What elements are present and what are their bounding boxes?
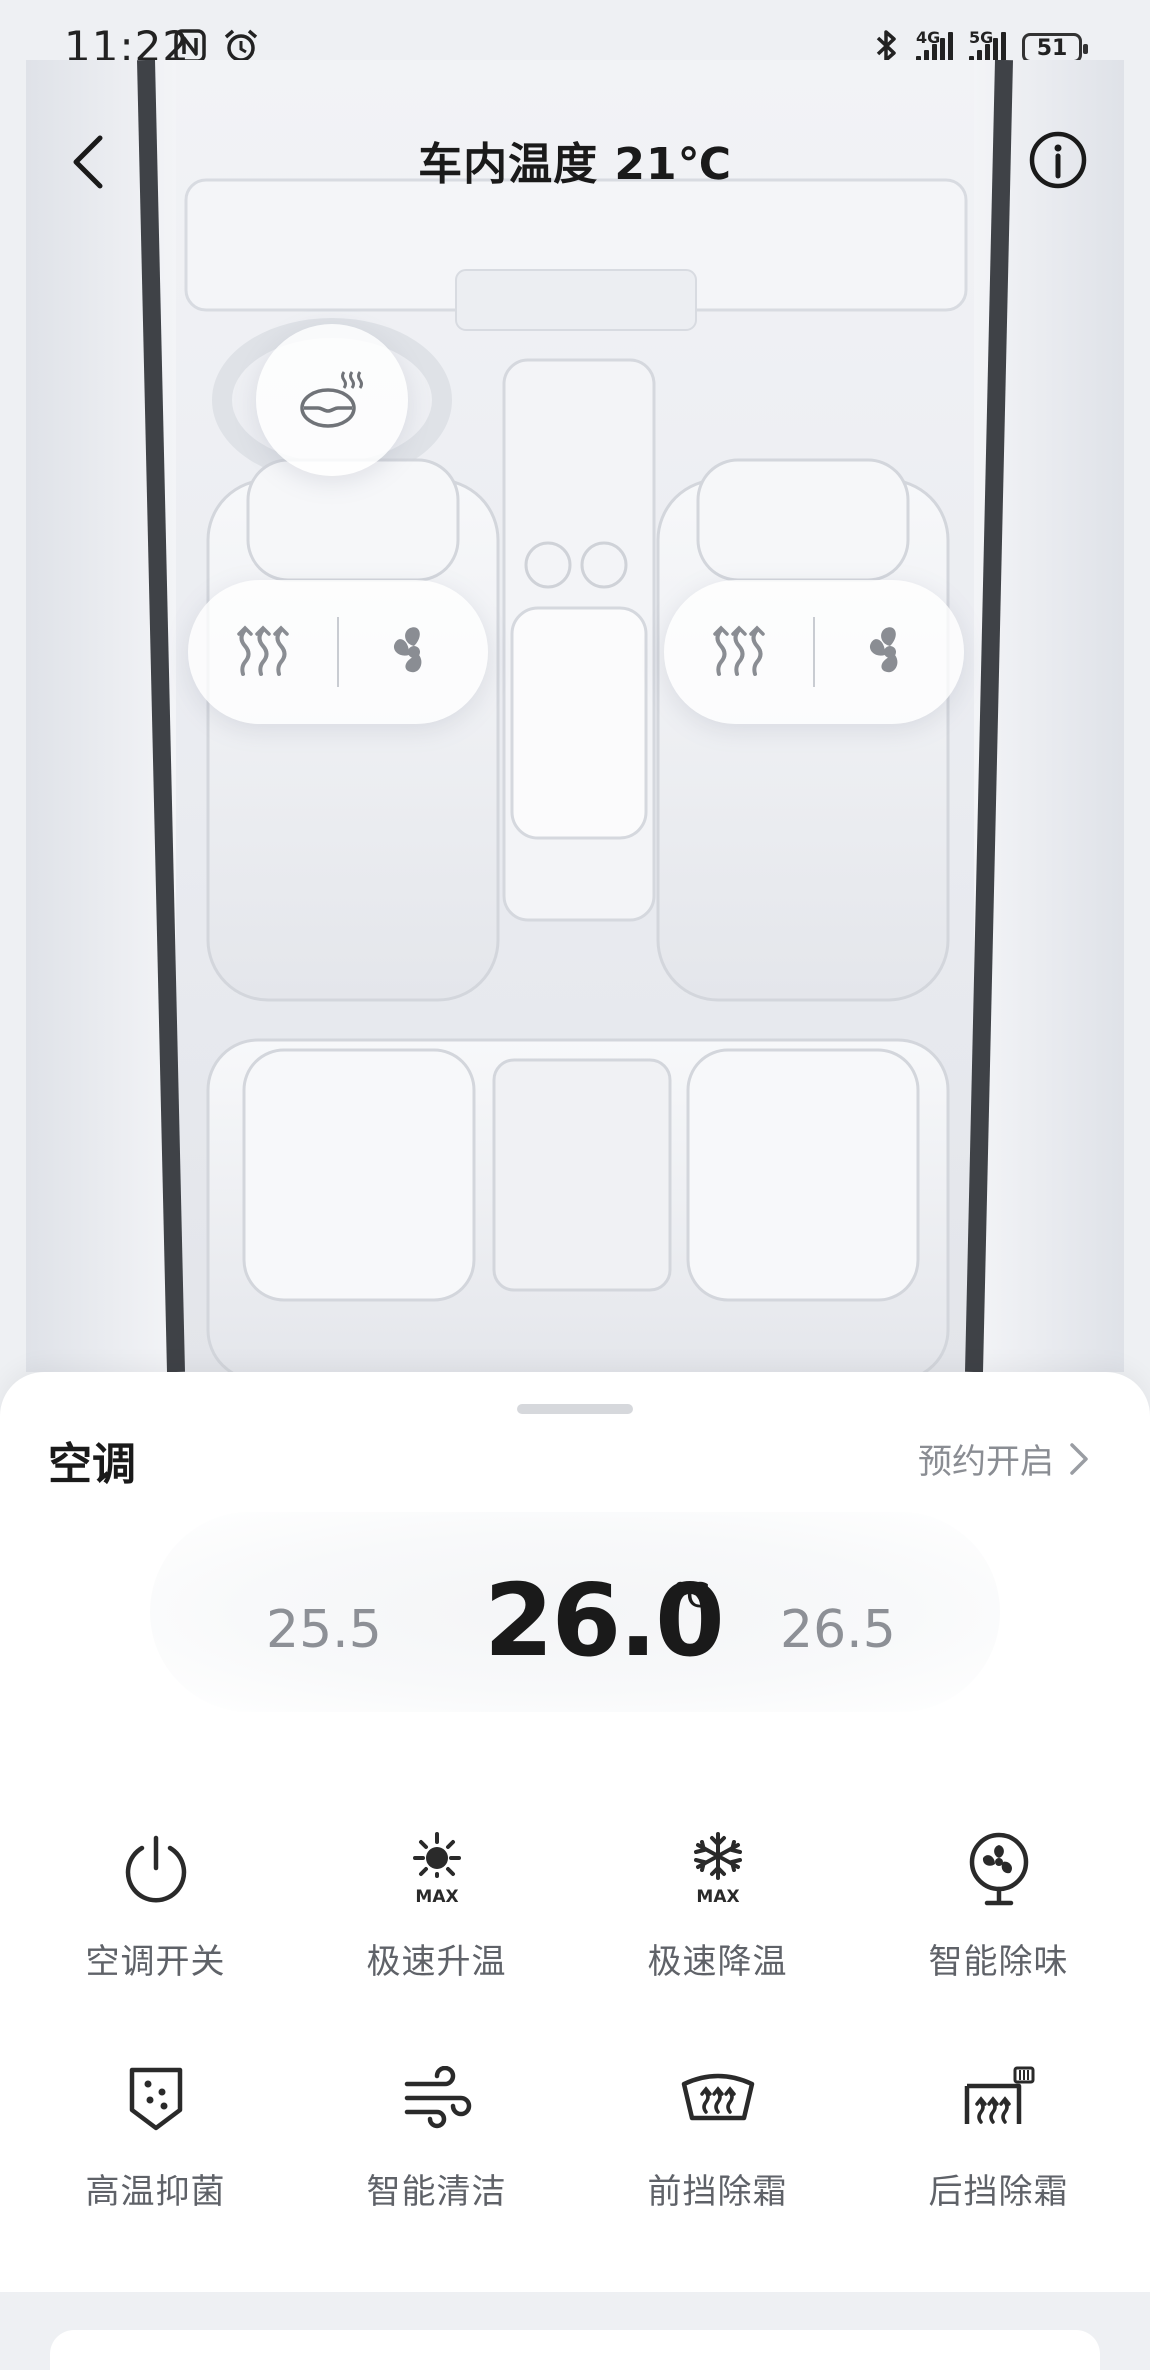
front-defrost-label: 前挡除霜 — [647, 2172, 788, 2212]
next-card-peek — [50, 2330, 1100, 2370]
seat-ventilation-icon — [393, 627, 421, 673]
car-interior-drawing — [26, 60, 1124, 1372]
rapid-cool-button[interactable]: MAX 极速降温 — [574, 1820, 861, 1983]
header-nav: 车内温度 21℃ — [0, 0, 1150, 200]
chevron-right-icon — [1070, 1442, 1088, 1475]
front-defrost-icon — [681, 2073, 754, 2121]
temp-unit: ℃ — [672, 1576, 711, 1616]
sun-max-icon: MAX — [412, 1832, 461, 1906]
sheet-drag-handle[interactable] — [517, 1404, 633, 1414]
steering-wheel-heat-button[interactable] — [256, 324, 408, 476]
smart-clean-button[interactable]: 智能清洁 — [293, 2050, 580, 2213]
car-interior-illustration — [26, 60, 1124, 1372]
temp-option-higher[interactable]: 26.5 — [780, 1600, 896, 1660]
svg-text:MAX: MAX — [696, 1887, 739, 1906]
steering-wheel-heat-icon — [300, 371, 363, 428]
rear-defrost-label: 后挡除霜 — [928, 2172, 1069, 2212]
rear-defrost-icon — [964, 2066, 1034, 2124]
temp-option-lower[interactable]: 25.5 — [266, 1600, 382, 1660]
page-title: 车内温度 21℃ — [418, 139, 732, 190]
schedule-button[interactable]: 预约开启 — [918, 1434, 1090, 1483]
rapid-heat-label: 极速升温 — [366, 1942, 507, 1982]
seat-heat-icon — [236, 625, 289, 676]
seat-heat-icon — [712, 625, 765, 676]
driver-seat-ventilation-button[interactable] — [339, 620, 488, 684]
snowflake-max-icon: MAX — [693, 1832, 742, 1906]
info-button[interactable] — [1028, 130, 1088, 190]
passenger-seat-heat-button[interactable] — [664, 624, 813, 680]
rear-defrost-button[interactable]: 后挡除霜 — [855, 2050, 1142, 2213]
schedule-label: 预约开启 — [918, 1442, 1054, 1482]
passenger-seat-controls — [664, 580, 964, 724]
shield-dots-icon — [129, 2067, 182, 2131]
section-title: 空调 — [48, 1439, 136, 1490]
ac-power-button[interactable]: 空调开关 — [12, 1820, 299, 1983]
high-temp-sterilize-label: 高温抑菌 — [85, 2172, 226, 2212]
high-temp-sterilize-button[interactable]: 高温抑菌 — [12, 2050, 299, 2213]
svg-text:MAX: MAX — [415, 1887, 458, 1906]
power-icon — [125, 1835, 186, 1903]
wind-icon — [404, 2066, 471, 2129]
rapid-cool-label: 极速降温 — [647, 1942, 788, 1982]
passenger-seat-ventilation-button[interactable] — [815, 620, 964, 684]
info-icon — [1029, 131, 1087, 189]
seat-ventilation-icon — [869, 627, 897, 673]
driver-seat-heat-button[interactable] — [188, 624, 337, 680]
fan-icon — [969, 1832, 1028, 1906]
front-defrost-button[interactable]: 前挡除霜 — [574, 2050, 861, 2213]
driver-seat-controls — [188, 580, 488, 724]
smart-deodorize-button[interactable]: 智能除味 — [855, 1820, 1142, 1983]
ac-power-label: 空调开关 — [85, 1942, 226, 1982]
rapid-heat-button[interactable]: MAX 极速升温 — [293, 1820, 580, 1983]
smart-clean-label: 智能清洁 — [366, 2172, 507, 2212]
climate-sheet: 空调 预约开启 25.5 26.0 ℃ 26.5 空调开关 MAX 极速升温 M… — [0, 1372, 1150, 2292]
smart-deodorize-label: 智能除味 — [928, 1942, 1069, 1982]
